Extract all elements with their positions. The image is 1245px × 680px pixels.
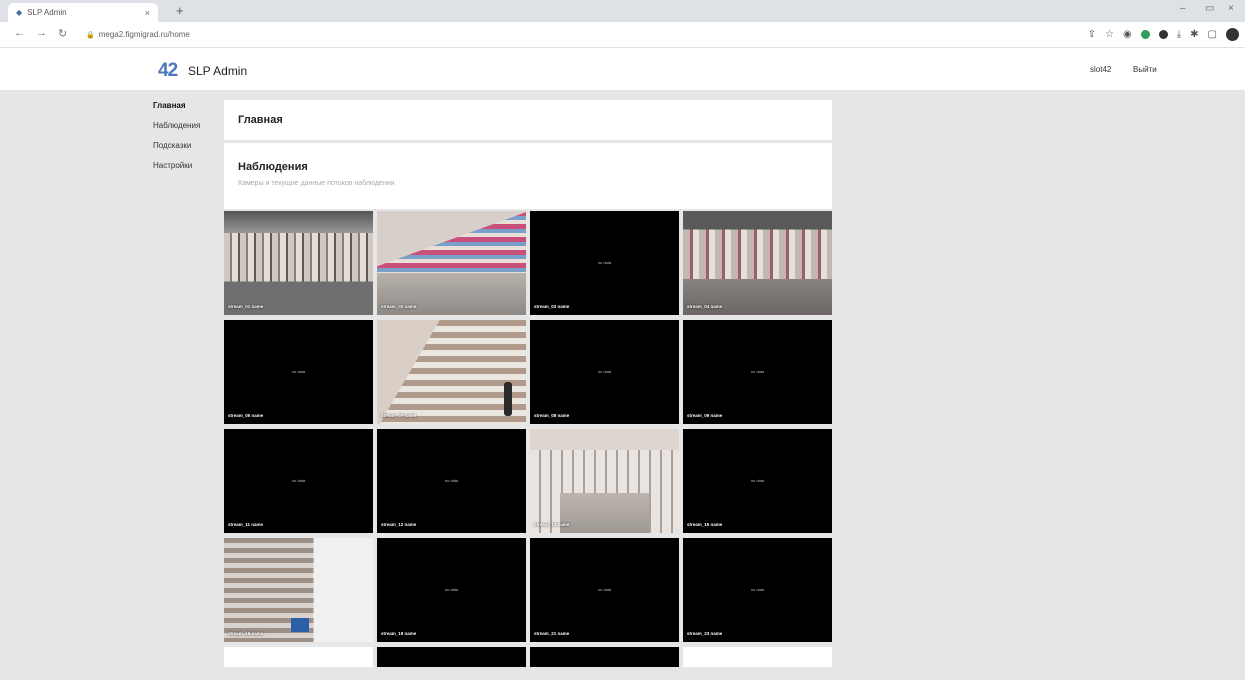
stream-tile[interactable]: no data stream_23 name bbox=[683, 538, 832, 642]
stream-tile[interactable]: no data stream_15 name bbox=[683, 429, 832, 533]
tab-title: SLP Admin bbox=[27, 8, 67, 17]
stream-tile[interactable]: stream_07 name bbox=[377, 320, 526, 424]
app-title: SLP Admin bbox=[188, 64, 248, 78]
stream-tile-partial bbox=[683, 647, 832, 667]
camera-feed bbox=[683, 211, 832, 315]
camera-feed bbox=[377, 320, 526, 424]
stream-tile[interactable]: stream_16 name bbox=[224, 538, 373, 642]
section-title: Наблюдения bbox=[238, 161, 308, 173]
logout-link[interactable]: Выйти bbox=[1133, 65, 1157, 74]
stream-label: stream_21 name bbox=[534, 631, 570, 636]
no-signal-text: no data bbox=[750, 478, 765, 483]
stream-tile[interactable]: no data stream_05 name bbox=[224, 320, 373, 424]
stream-label: stream_03 name bbox=[534, 304, 570, 309]
no-signal-text: no data bbox=[291, 369, 306, 374]
no-signal-text: no data bbox=[597, 260, 612, 265]
page-title: Главная bbox=[238, 114, 283, 126]
url-field[interactable]: 🔒 mega2.figmigrad.ru/home bbox=[86, 30, 190, 39]
stream-tile-partial[interactable] bbox=[530, 647, 679, 667]
no-signal-text: no data bbox=[750, 369, 765, 374]
no-signal-text: no data bbox=[597, 587, 612, 592]
stream-tile[interactable]: stream_04 name bbox=[683, 211, 832, 315]
stream-tile[interactable]: stream_02 name bbox=[377, 211, 526, 315]
sidebar-item-home[interactable]: Главная bbox=[153, 100, 223, 120]
stream-label: stream_23 name bbox=[687, 631, 723, 636]
stream-tile[interactable]: no data stream_09 name bbox=[683, 320, 832, 424]
stream-label: stream_19 name bbox=[381, 631, 417, 636]
sidebar: Главная Наблюдения Подсказки Настройки bbox=[153, 100, 223, 180]
sidebar-item-hints[interactable]: Подсказки bbox=[153, 140, 223, 160]
camera-feed bbox=[377, 211, 526, 315]
stream-label: stream_12 name bbox=[381, 522, 417, 527]
bookmark-star-icon[interactable]: ☆ bbox=[1105, 29, 1114, 40]
stream-tile[interactable]: no data stream_03 name bbox=[530, 211, 679, 315]
camera-feed bbox=[530, 429, 679, 533]
back-icon[interactable]: ← bbox=[14, 27, 25, 39]
tab-close-icon[interactable]: × bbox=[145, 8, 150, 18]
stream-tile[interactable]: no data stream_08 name bbox=[530, 320, 679, 424]
lock-icon: 🔒 bbox=[86, 31, 95, 39]
url-text: mega2.figmigrad.ru/home bbox=[98, 30, 190, 39]
address-bar: ← → ↻ 🔒 mega2.figmigrad.ru/home ⇪ ☆ ◉ ⤓ … bbox=[0, 22, 1245, 48]
stream-label: stream_08 name bbox=[534, 413, 570, 418]
browser-tab[interactable]: ◆ SLP Admin × bbox=[8, 3, 158, 22]
stream-grid: stream_01 name stream_02 name no data str… bbox=[224, 211, 832, 667]
profile-avatar-icon[interactable] bbox=[1226, 28, 1239, 41]
extension-dark-icon[interactable] bbox=[1158, 30, 1168, 39]
stream-label: stream_13 name bbox=[534, 522, 570, 527]
browser-tab-bar: ◆ SLP Admin × + – ▭ × bbox=[0, 0, 1245, 22]
no-signal-text: no data bbox=[597, 369, 612, 374]
stream-tile[interactable]: no data stream_21 name bbox=[530, 538, 679, 642]
stream-label: stream_01 name bbox=[228, 304, 264, 309]
share-icon[interactable]: ⇪ bbox=[1088, 29, 1096, 40]
stream-tile[interactable]: no data stream_19 name bbox=[377, 538, 526, 642]
camera-feed bbox=[224, 538, 373, 642]
maximize-icon[interactable]: ▭ bbox=[1205, 3, 1214, 14]
stream-label: stream_02 name bbox=[381, 304, 417, 309]
puzzle-icon[interactable]: ✱ bbox=[1190, 29, 1198, 40]
stream-tile[interactable]: no data stream_12 name bbox=[377, 429, 526, 533]
extension-icon[interactable]: ◉ bbox=[1123, 29, 1132, 40]
favicon-icon: ◆ bbox=[16, 8, 23, 17]
stream-label: stream_11 name bbox=[228, 522, 264, 527]
stream-tile[interactable]: stream_01 name bbox=[224, 211, 373, 315]
extension-toolbar: ⇪ ☆ ◉ ⤓ ✱ ▢ bbox=[1088, 28, 1239, 41]
sidebar-item-observations[interactable]: Наблюдения bbox=[153, 120, 223, 140]
minimize-icon[interactable]: – bbox=[1180, 3, 1186, 14]
stream-label: stream_05 name bbox=[228, 413, 264, 418]
stream-tile-partial[interactable] bbox=[377, 647, 526, 667]
sidepanel-icon[interactable]: ▢ bbox=[1208, 29, 1217, 40]
stream-label: stream_09 name bbox=[687, 413, 723, 418]
stream-label: stream_04 name bbox=[687, 304, 723, 309]
no-signal-text: no data bbox=[291, 478, 306, 483]
stream-tile[interactable]: stream_13 name bbox=[530, 429, 679, 533]
extension-green-icon[interactable] bbox=[1140, 30, 1150, 39]
no-signal-text: no data bbox=[444, 587, 459, 592]
download-icon[interactable]: ⤓ bbox=[1177, 29, 1181, 40]
observations-panel: Наблюдения Камеры и текущие данные поток… bbox=[224, 143, 832, 209]
user-name[interactable]: slot42 bbox=[1090, 65, 1111, 74]
forward-icon[interactable]: → bbox=[36, 27, 47, 39]
app-logo[interactable]: 42 bbox=[158, 60, 178, 82]
new-tab-icon[interactable]: + bbox=[176, 3, 184, 18]
stream-label: stream_15 name bbox=[687, 522, 723, 527]
stream-tile[interactable]: no data stream_11 name bbox=[224, 429, 373, 533]
sidebar-item-settings[interactable]: Настройки bbox=[153, 160, 223, 180]
section-subtitle: Камеры и текущие данные потоков наблюден… bbox=[238, 180, 395, 187]
camera-feed bbox=[224, 211, 373, 315]
stream-label: stream_16 name bbox=[228, 631, 264, 636]
stream-tile-partial bbox=[224, 647, 373, 667]
stream-label: stream_07 name bbox=[381, 413, 417, 418]
reload-icon[interactable]: ↻ bbox=[58, 27, 67, 40]
no-signal-text: no data bbox=[444, 478, 459, 483]
no-signal-text: no data bbox=[750, 587, 765, 592]
app-header: 42 SLP Admin slot42 Выйти bbox=[0, 48, 1245, 90]
home-panel: Главная bbox=[224, 100, 832, 140]
window-close-icon[interactable]: × bbox=[1228, 3, 1234, 14]
